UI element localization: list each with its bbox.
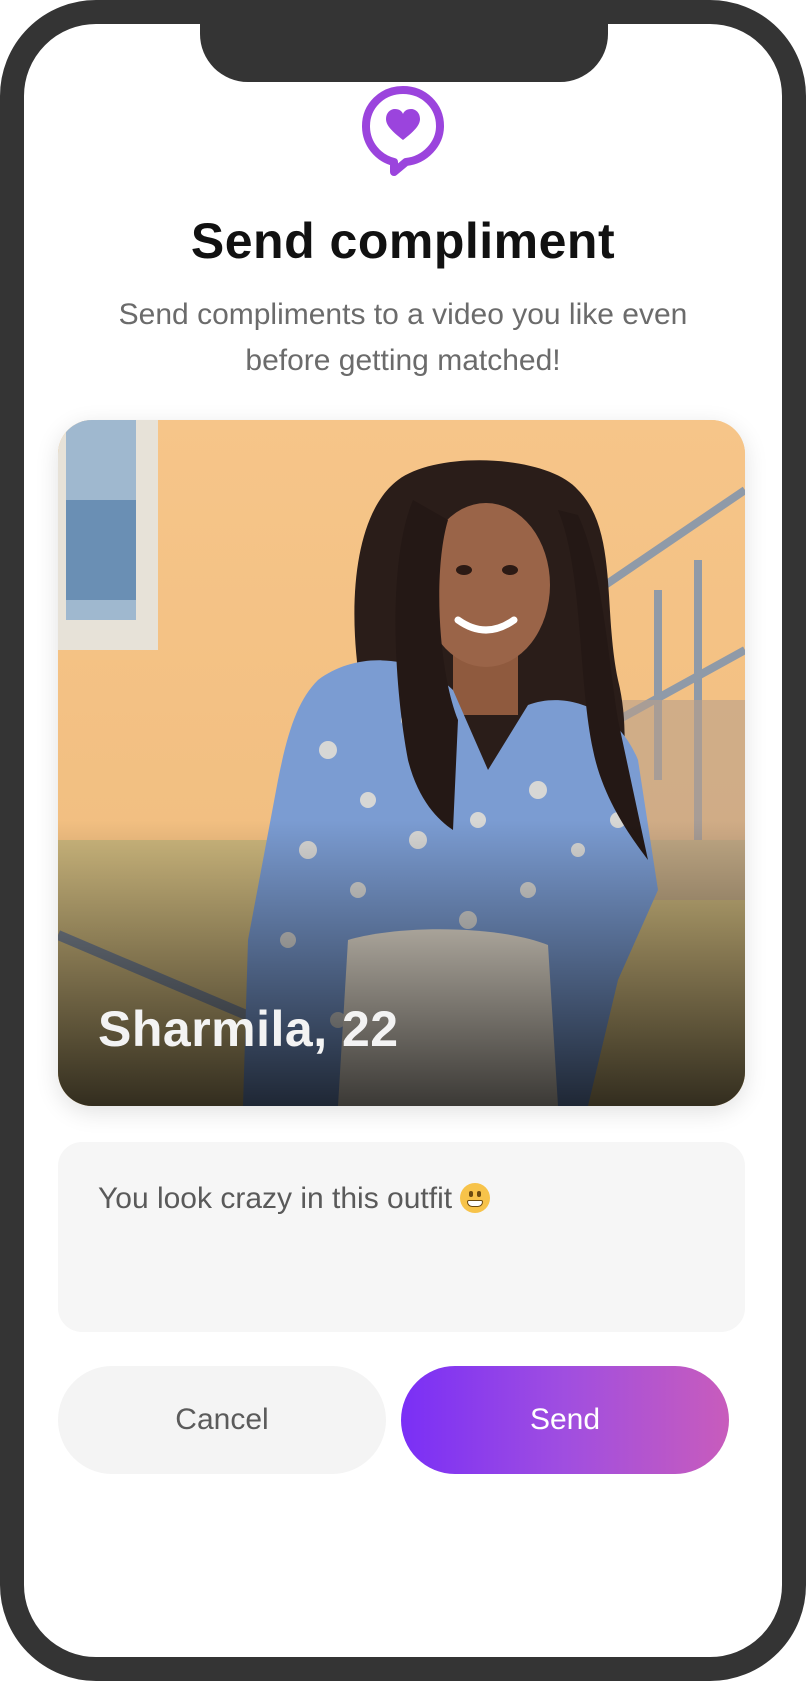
compliment-message-text: You look crazy in this outfit — [98, 1182, 453, 1215]
cancel-button[interactable]: Cancel — [58, 1366, 386, 1474]
page-title: Send compliment — [190, 213, 616, 269]
profile-card[interactable]: Sharmila, 22 — [58, 420, 745, 1106]
send-button[interactable]: Send — [401, 1366, 729, 1474]
page-subtitle: Send compliments to a video you like eve… — [118, 298, 688, 377]
phone-notch — [200, 0, 608, 82]
profile-name-age: Sharmila, 22 — [98, 1001, 399, 1057]
heart-speech-bubble-icon — [362, 86, 444, 176]
grinning-face-emoji-icon — [460, 1183, 491, 1213]
compliment-message-field[interactable]: You look crazy in this outfit — [58, 1142, 745, 1332]
